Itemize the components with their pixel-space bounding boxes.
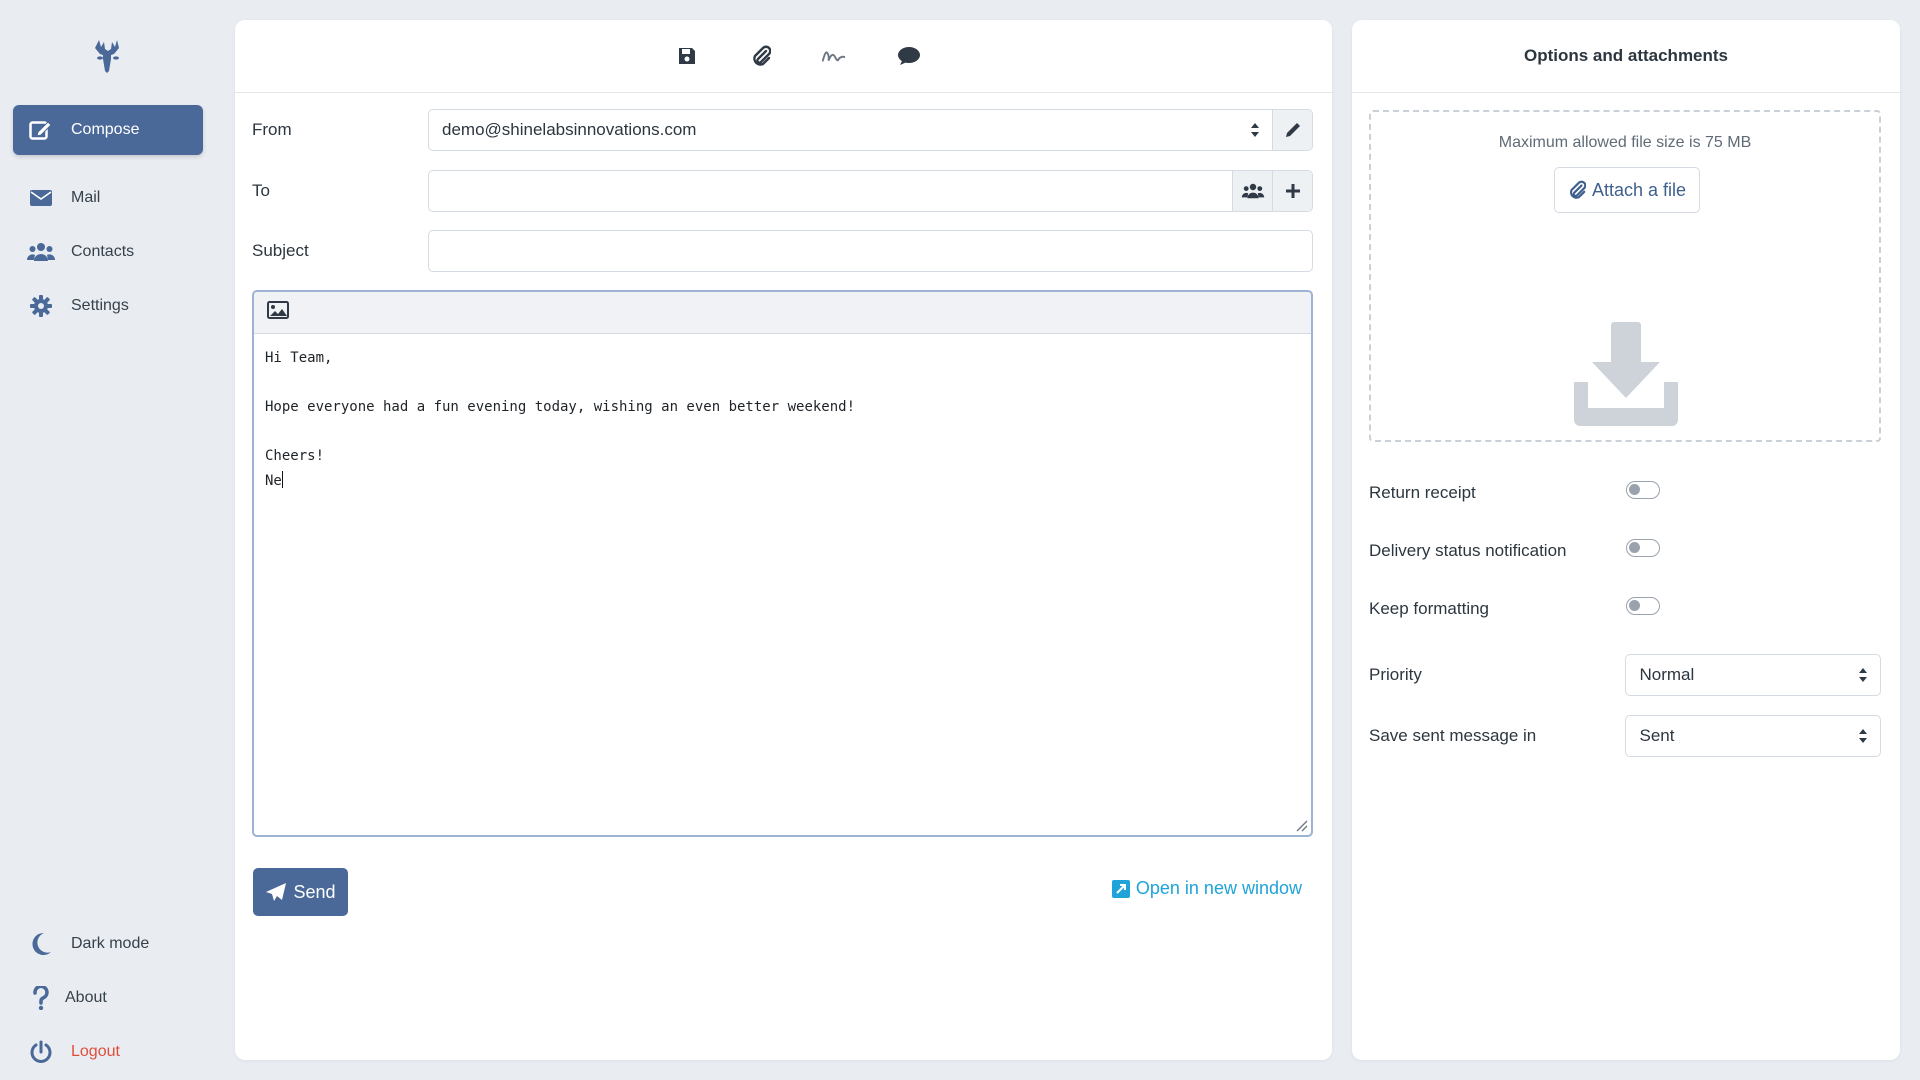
sidebar-item-compose[interactable]: Compose	[13, 105, 203, 155]
gear-icon	[27, 294, 55, 318]
moon-icon	[27, 932, 55, 956]
priority-select[interactable]: Normal	[1625, 654, 1881, 696]
save-sent-label: Save sent message in	[1369, 726, 1537, 745]
sidebar-item-settings[interactable]: Settings	[13, 281, 203, 331]
save-sent-row: Save sent message in Sent	[1369, 715, 1881, 757]
attachment-dropzone[interactable]: Maximum allowed file size is 75 MB Attac…	[1369, 110, 1881, 442]
from-label: From	[252, 120, 292, 139]
to-label: To	[252, 181, 270, 200]
sidebar-item-label: Logout	[71, 1043, 120, 1060]
select-arrows-icon	[1856, 726, 1870, 746]
sidebar-item-contacts[interactable]: Contacts	[13, 227, 203, 277]
power-icon	[27, 1040, 55, 1064]
sidebar-item-label: Dark mode	[71, 935, 150, 952]
sidebar-item-label: Settings	[71, 297, 129, 314]
paperclip-icon	[1569, 180, 1586, 199]
plus-icon	[1285, 184, 1300, 198]
text-cursor	[281, 470, 283, 488]
paper-plane-icon	[266, 883, 287, 901]
return-receipt-label: Return receipt	[1369, 483, 1476, 502]
to-field[interactable]	[428, 170, 1313, 212]
options-panel: Options and attachments Maximum allowed …	[1352, 20, 1900, 1060]
open-in-new-window-link[interactable]: Open in new window	[1111, 878, 1302, 899]
compose-panel: From demo@shinelabsinnovations.com To Su…	[235, 20, 1332, 1060]
comment-icon[interactable]	[895, 42, 923, 70]
delivery-status-toggle[interactable]	[1626, 539, 1660, 557]
options-title: Options and attachments	[1352, 20, 1900, 93]
subject-label: Subject	[252, 241, 309, 260]
select-arrows-icon	[1856, 665, 1870, 685]
sidebar-item-mail[interactable]: Mail	[13, 173, 203, 223]
envelope-icon	[27, 186, 55, 210]
attach-file-button[interactable]: Attach a file	[1554, 167, 1700, 213]
open-new-label: Open in new window	[1135, 878, 1302, 898]
users-icon	[27, 240, 55, 264]
keep-formatting-toggle[interactable]	[1626, 597, 1660, 615]
users-icon	[1241, 183, 1264, 199]
send-label: Send	[293, 881, 336, 902]
external-link-icon	[1111, 879, 1130, 898]
subject-row: Subject	[252, 230, 1313, 272]
delivery-status-label: Delivery status notification	[1369, 541, 1567, 560]
attach-label: Attach a file	[1591, 179, 1687, 200]
editor-toolbar	[254, 292, 1311, 334]
toggle-knob	[1629, 542, 1640, 553]
subject-input[interactable]	[428, 230, 1313, 272]
select-arrows-icon	[1248, 120, 1262, 140]
message-text: Hi Team, Hope everyone had a fun evening…	[265, 350, 856, 489]
edit-identity-button[interactable]	[1272, 110, 1312, 150]
pencil-icon	[1285, 123, 1300, 137]
add-recipient-button[interactable]	[1272, 171, 1312, 211]
save-sent-select[interactable]: Sent	[1625, 715, 1881, 757]
from-value: demo@shinelabsinnovations.com	[442, 120, 697, 139]
sidebar-item-label: Mail	[71, 189, 101, 206]
return-receipt-toggle[interactable]	[1626, 481, 1660, 499]
priority-value: Normal	[1639, 665, 1695, 684]
signature-icon[interactable]	[821, 42, 849, 70]
delivery-status-row: Delivery status notification	[1369, 530, 1881, 572]
compose-icon	[27, 118, 55, 142]
priority-row: Priority Normal	[1369, 654, 1881, 696]
paperclip-icon[interactable]	[747, 42, 775, 70]
keep-formatting-row: Keep formatting	[1369, 588, 1881, 630]
toggle-knob	[1629, 484, 1640, 495]
message-editor[interactable]: Hi Team, Hope everyone had a fun evening…	[252, 290, 1313, 837]
keep-formatting-label: Keep formatting	[1369, 599, 1490, 618]
question-icon	[27, 986, 55, 1010]
deer-logo-icon	[88, 38, 128, 78]
save-sent-value: Sent	[1639, 726, 1675, 745]
sidebar-item-dark-mode[interactable]: Dark mode	[13, 919, 203, 969]
resize-handle-icon[interactable]	[1294, 818, 1308, 832]
insert-image-icon[interactable]	[267, 301, 289, 324]
sidebar-item-logout[interactable]: Logout	[13, 1027, 203, 1077]
sidebar-item-label: About	[65, 989, 107, 1006]
sidebar-item-label: Contacts	[71, 243, 135, 260]
priority-label: Priority	[1369, 665, 1422, 684]
add-contact-group-button[interactable]	[1232, 171, 1272, 211]
from-select[interactable]: demo@shinelabsinnovations.com	[428, 109, 1313, 151]
sidebar: Compose Mail Contacts Settings Dark mode…	[0, 0, 216, 1080]
from-row: From demo@shinelabsinnovations.com	[252, 109, 1313, 151]
download-icon	[1574, 322, 1678, 426]
message-body[interactable]: Hi Team, Hope everyone had a fun evening…	[254, 334, 1311, 505]
to-row: To	[252, 170, 1313, 212]
toggle-knob	[1629, 600, 1640, 611]
return-receipt-row: Return receipt	[1369, 472, 1881, 514]
max-size-text: Maximum allowed file size is 75 MB	[1498, 134, 1752, 151]
sidebar-item-about[interactable]: About	[13, 973, 203, 1023]
send-button[interactable]: Send	[253, 868, 348, 916]
sidebar-item-label: Compose	[71, 121, 140, 138]
compose-toolbar	[235, 20, 1332, 93]
save-icon[interactable]	[673, 42, 701, 70]
